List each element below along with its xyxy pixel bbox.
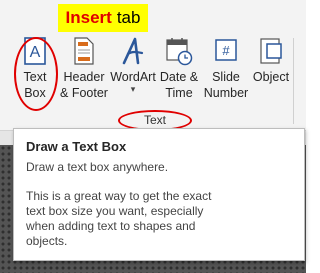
text-box-button[interactable]: A Text Box bbox=[18, 36, 52, 106]
svg-text:#: # bbox=[222, 43, 230, 58]
annotation-keyword: Insert bbox=[65, 8, 112, 27]
header-footer-icon bbox=[74, 37, 94, 65]
tooltip-description-line-2: text box size you want, especially bbox=[26, 204, 204, 218]
wordart-dropdown-arrow-icon[interactable]: ▾ bbox=[131, 85, 136, 94]
object-label: Object bbox=[252, 70, 290, 84]
wordart-button[interactable]: WordArt ▾ bbox=[110, 36, 156, 106]
tooltip-title: Draw a Text Box bbox=[26, 139, 127, 154]
object-button[interactable]: Object bbox=[250, 36, 292, 106]
date-time-label-line2: Time bbox=[165, 86, 193, 100]
text-box-tooltip: Draw a Text Box Draw a text box anywhere… bbox=[13, 128, 305, 261]
wordart-label: WordArt bbox=[110, 70, 156, 84]
tooltip-description-line-3: when adding text to shapes and bbox=[26, 219, 196, 233]
slide-number-icon: # bbox=[215, 39, 237, 61]
calendar-clock-icon bbox=[166, 38, 193, 66]
annotation-rest: tab bbox=[116, 8, 141, 27]
tooltip-description-line-1: This is a great way to get the exact bbox=[26, 189, 212, 203]
date-time-label-line1: Date & bbox=[159, 70, 199, 84]
slide-number-button[interactable]: # Slide Number bbox=[202, 36, 250, 106]
object-icon bbox=[260, 38, 282, 64]
header-footer-button[interactable]: Header & Footer bbox=[58, 36, 110, 106]
slide-number-label-line2: Number bbox=[203, 86, 249, 100]
tooltip-summary: Draw a text box anywhere. bbox=[26, 160, 169, 174]
svg-text:A: A bbox=[30, 44, 41, 61]
header-footer-label-line1: Header bbox=[63, 70, 105, 84]
text-box-icon: A bbox=[24, 37, 46, 65]
ribbon-group-separator bbox=[293, 38, 294, 124]
date-time-button[interactable]: Date & Time bbox=[157, 36, 201, 106]
header-footer-label-line2: & Footer bbox=[60, 86, 108, 100]
insert-tab-annotation: Insert tab bbox=[58, 4, 148, 32]
wordart-icon bbox=[122, 37, 144, 65]
text-box-label-line1: Text bbox=[23, 70, 47, 84]
slide-number-label-line1: Slide bbox=[212, 70, 240, 84]
text-box-label-line2: Box bbox=[24, 86, 46, 100]
text-group-label: Text bbox=[143, 113, 166, 127]
tooltip-description-line-4: objects. bbox=[26, 234, 68, 248]
